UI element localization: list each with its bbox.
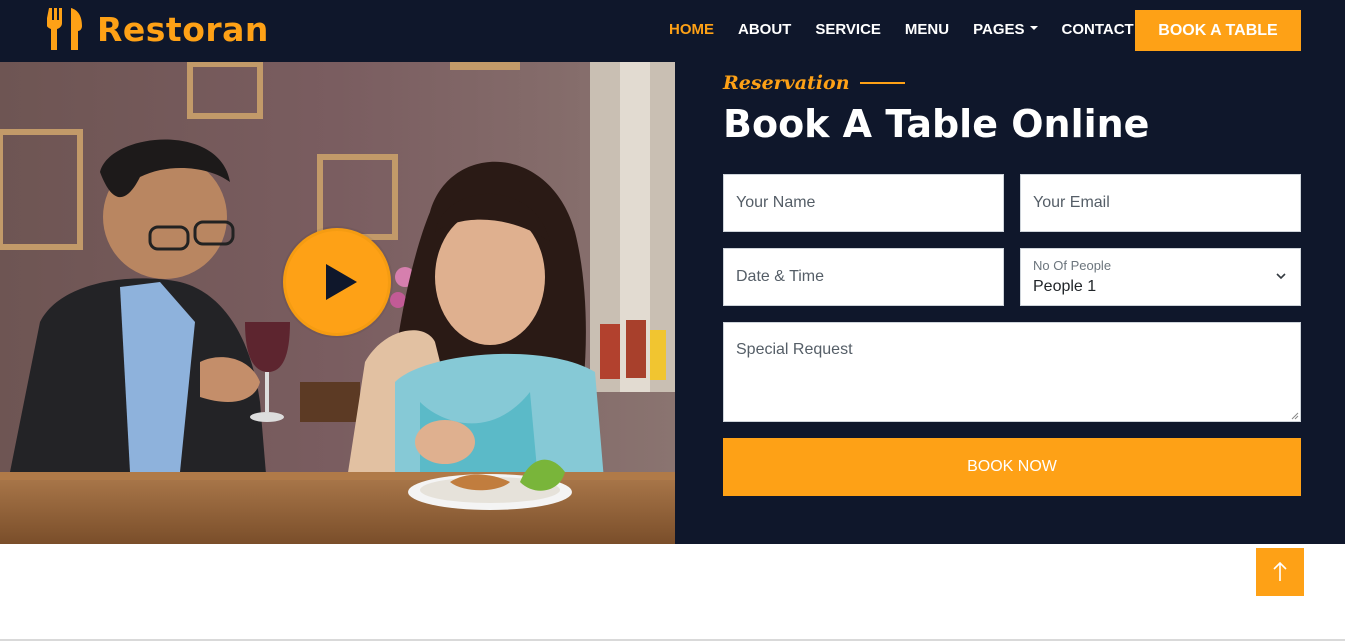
nav-item-home[interactable]: HOME (669, 20, 714, 40)
utensils-icon (47, 8, 82, 50)
special-request-field[interactable] (723, 322, 1301, 422)
caret-down-icon (1029, 26, 1038, 31)
people-select-label: No Of People (1033, 258, 1112, 273)
arrow-up-icon (1273, 561, 1287, 581)
book-a-table-button[interactable]: BOOK A TABLE (1135, 10, 1301, 51)
navbar: Restoran HOME ABOUT SERVICE MENU PAGES C… (0, 0, 1345, 62)
reservation-panel: Reservation Book A Table Online No Of Pe… (675, 62, 1345, 544)
people-select[interactable]: No Of People People 1 (1020, 248, 1301, 306)
chevron-down-icon (1276, 273, 1286, 280)
datetime-field[interactable] (723, 248, 1004, 306)
back-to-top-button[interactable] (1256, 548, 1304, 596)
nav-item-about[interactable]: ABOUT (738, 20, 791, 40)
name-field[interactable] (723, 174, 1004, 232)
nav-item-pages-label: PAGES (973, 21, 1025, 38)
nav-menu: HOME ABOUT SERVICE MENU PAGES CONTACT (669, 20, 1158, 40)
eyebrow-text: Reservation (723, 72, 850, 94)
reservation-title: Book A Table Online (723, 102, 1150, 146)
nav-item-menu[interactable]: MENU (905, 20, 949, 40)
play-icon (325, 264, 357, 300)
section-eyebrow: Reservation (723, 72, 905, 94)
reservation-video-image (0, 62, 675, 544)
eyebrow-divider (859, 82, 905, 84)
nav-item-contact[interactable]: CONTACT (1062, 20, 1134, 40)
nav-item-pages-dropdown[interactable]: PAGES (973, 20, 1038, 40)
book-now-button[interactable]: BOOK NOW (723, 438, 1301, 496)
brand-logo[interactable]: Restoran (47, 8, 269, 50)
nav-item-service[interactable]: SERVICE (815, 20, 881, 40)
play-video-button[interactable] (283, 228, 391, 336)
resize-grip-icon[interactable] (1291, 412, 1299, 420)
people-select-value: People 1 (1033, 278, 1097, 295)
brand-name: Restoran (97, 9, 269, 49)
email-field[interactable] (1020, 174, 1301, 232)
